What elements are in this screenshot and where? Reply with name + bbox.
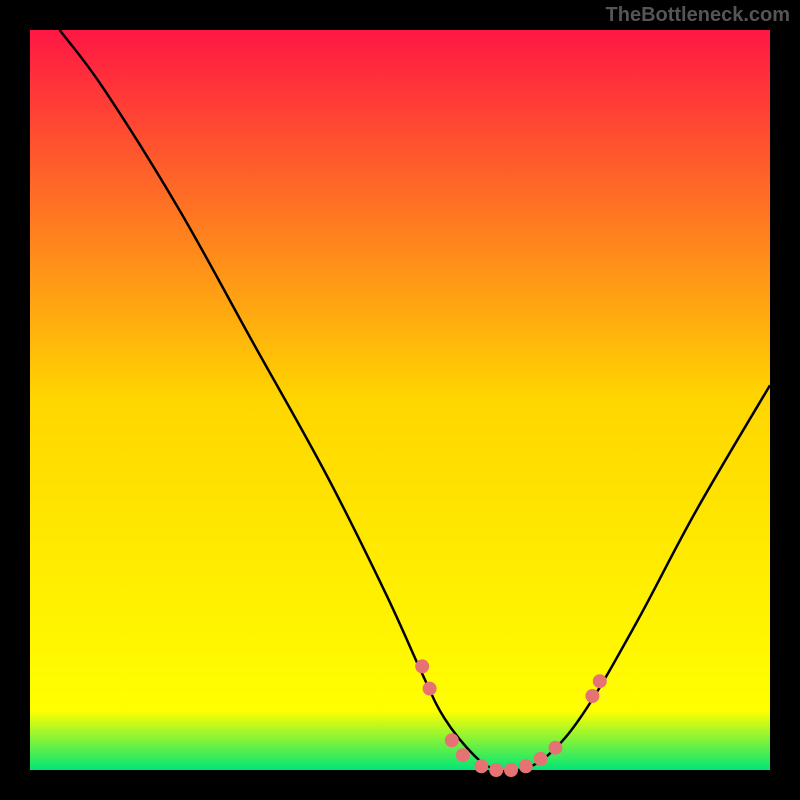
data-marker [489, 763, 503, 777]
data-marker [504, 763, 518, 777]
data-marker [423, 682, 437, 696]
data-marker [456, 748, 470, 762]
data-marker [474, 759, 488, 773]
data-marker [534, 752, 548, 766]
data-marker [445, 733, 459, 747]
data-marker [593, 674, 607, 688]
data-marker [415, 659, 429, 673]
data-marker [519, 759, 533, 773]
data-marker [585, 689, 599, 703]
data-marker [548, 741, 562, 755]
watermark-text: TheBottleneck.com [606, 4, 790, 27]
bottleneck-chart [0, 0, 800, 800]
chart-svg [0, 0, 800, 800]
plot-background-gradient [30, 30, 770, 770]
